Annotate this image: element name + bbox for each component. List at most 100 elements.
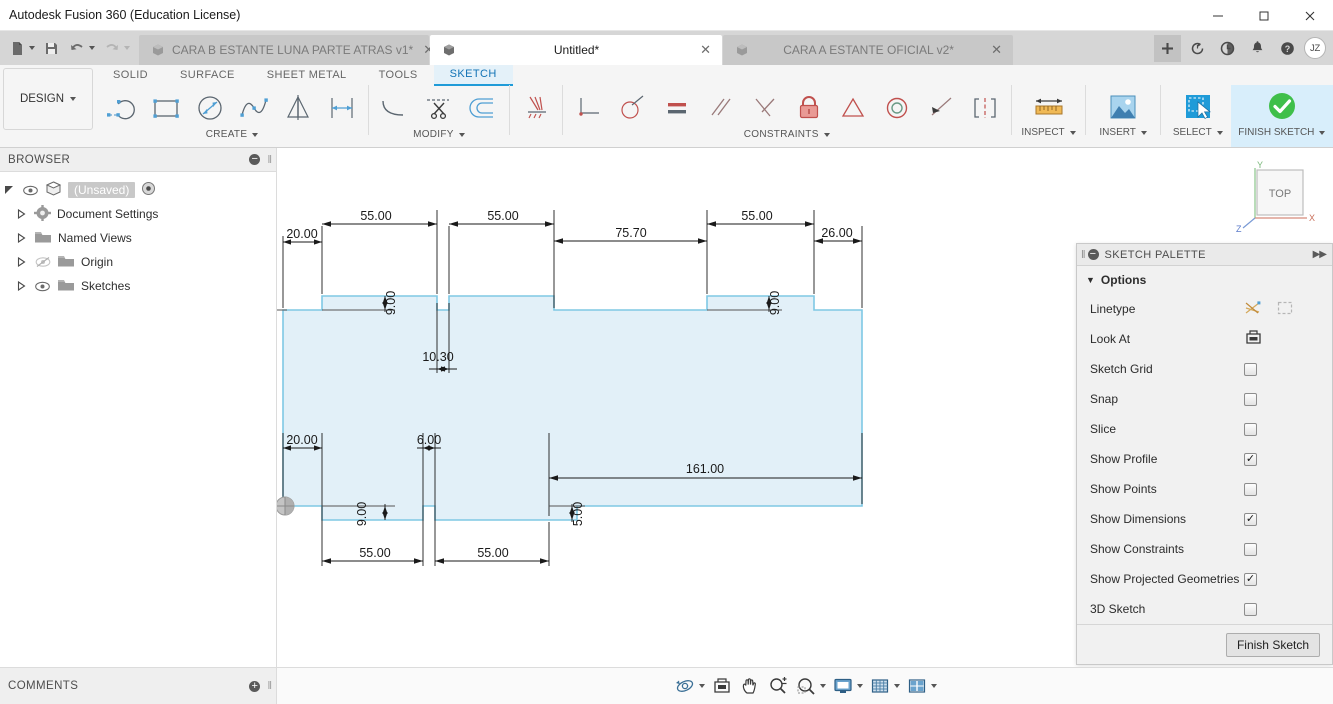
construction-linetype-icon[interactable] — [1244, 300, 1262, 319]
maximize-button[interactable] — [1241, 0, 1287, 31]
zoom-button[interactable] — [765, 673, 791, 699]
target-icon[interactable] — [141, 181, 156, 199]
palette-pin-icon[interactable]: ▶▶ — [1313, 249, 1327, 260]
option-row-show-projected-geometries[interactable]: Show Projected Geometries ✓ — [1077, 564, 1332, 594]
tab-close-icon[interactable]: ✕ — [697, 42, 714, 58]
tangent-icon[interactable] — [611, 86, 655, 130]
option-row-show-constraints[interactable]: Show Constraints — [1077, 534, 1332, 564]
browser-collapse-button[interactable]: − — [249, 154, 261, 165]
slice-checkbox[interactable] — [1244, 422, 1257, 436]
comments-grip[interactable]: ‖ — [267, 680, 271, 692]
dimension-top-55c[interactable]: 55.00 — [707, 209, 814, 227]
visibility-eye-icon[interactable] — [34, 281, 51, 292]
option-row-show-dimensions[interactable]: Show Dimensions ✓ — [1077, 504, 1332, 534]
dimension-top-7570[interactable]: 75.70 — [554, 226, 707, 244]
job-status-clock-icon[interactable] — [1214, 35, 1241, 62]
refresh-icon[interactable] — [1184, 35, 1211, 62]
snap-checkbox[interactable] — [1244, 392, 1257, 406]
palette-grip[interactable]: ‖ — [1081, 249, 1085, 261]
document-tab-cara-b[interactable]: CARA B ESTANTE LUNA PARTE ATRAS v1* ✕ — [139, 35, 434, 65]
equal-icon[interactable] — [655, 86, 699, 130]
show-points-checkbox[interactable] — [1244, 482, 1257, 496]
tree-node-document-settings[interactable]: Document Settings — [0, 202, 276, 226]
ribbon-tab-tools[interactable]: TOOLS — [363, 66, 434, 85]
offset-icon[interactable] — [461, 86, 505, 130]
3d-sketch-checkbox[interactable] — [1244, 602, 1257, 616]
dimension-top-55b[interactable]: 55.00 — [449, 209, 554, 227]
user-avatar[interactable]: JZ — [1304, 37, 1326, 59]
zoom-window-button[interactable] — [793, 673, 828, 699]
redo-button[interactable] — [100, 36, 133, 60]
centerline-linetype-icon[interactable] — [1276, 300, 1294, 319]
display-settings-button[interactable] — [830, 673, 865, 699]
notifications-bell-icon[interactable] — [1244, 35, 1271, 62]
fix-lock-icon[interactable] — [787, 86, 831, 130]
collinear-icon[interactable] — [919, 86, 963, 130]
workspace-switcher-button[interactable]: DESIGN — [3, 68, 93, 130]
sketch-dimension-icon[interactable] — [320, 86, 364, 130]
help-icon[interactable]: ? — [1274, 35, 1301, 62]
ribbon-tab-surface[interactable]: SURFACE — [164, 66, 251, 85]
expand-arrow-icon[interactable] — [2, 185, 16, 195]
minimize-button[interactable] — [1195, 0, 1241, 31]
dimension-bottom-55b[interactable]: 55.00 — [435, 546, 549, 564]
look-at-icon[interactable] — [1244, 329, 1263, 349]
project-icon[interactable] — [514, 86, 558, 130]
new-document-button[interactable] — [6, 36, 38, 60]
ribbon-tab-solid[interactable]: SOLID — [97, 66, 164, 85]
option-row-3d-sketch[interactable]: 3D Sketch — [1077, 594, 1332, 624]
finish-sketch-button[interactable]: FINISH SKETCH — [1230, 85, 1333, 147]
save-button[interactable] — [40, 36, 63, 60]
tree-node-origin[interactable]: Origin — [0, 250, 276, 274]
inspect-button[interactable]: INSPECT — [1016, 85, 1082, 147]
tree-node-unsaved[interactable]: (Unsaved) — [0, 178, 276, 202]
dimension-bottom-20[interactable]: 20.00 — [283, 433, 322, 451]
view-cube[interactable]: Y X Z TOP — [1235, 160, 1321, 234]
coincident-icon[interactable] — [567, 86, 611, 130]
circle-icon[interactable] — [188, 86, 232, 130]
document-tab-cara-a[interactable]: CARA A ESTANTE OFICIAL v2* ✕ — [723, 35, 1013, 65]
tab-close-icon[interactable]: ✕ — [988, 42, 1005, 58]
look-at-button[interactable] — [709, 673, 735, 699]
expand-arrow-icon[interactable] — [14, 209, 28, 219]
option-row-look-at[interactable]: Look At — [1077, 324, 1332, 354]
ribbon-group-label-constraints[interactable]: CONSTRAINTS — [744, 129, 830, 140]
ribbon-tab-sketch[interactable]: SKETCH — [433, 64, 513, 86]
undo-button[interactable] — [65, 36, 98, 60]
option-row-linetype[interactable]: Linetype — [1077, 294, 1332, 324]
option-row-snap[interactable]: Snap — [1077, 384, 1332, 414]
expand-arrow-icon[interactable] — [14, 233, 28, 243]
mirror-icon[interactable] — [276, 86, 320, 130]
option-row-sketch-grid[interactable]: Sketch Grid — [1077, 354, 1332, 384]
tree-node-named-views[interactable]: Named Views — [0, 226, 276, 250]
new-tab-button[interactable] — [1154, 34, 1181, 62]
palette-collapse-button[interactable]: − — [1087, 249, 1099, 260]
option-row-show-profile[interactable]: Show Profile ✓ — [1077, 444, 1332, 474]
grid-snaps-button[interactable] — [867, 673, 902, 699]
dimension-top-55a[interactable]: 55.00 — [322, 209, 437, 227]
sketch-line-arc-icon[interactable] — [100, 86, 144, 130]
trim-scissors-icon[interactable] — [417, 86, 461, 130]
ribbon-tab-sheet-metal[interactable]: SHEET METAL — [251, 66, 363, 85]
expand-arrow-icon[interactable] — [14, 281, 28, 291]
perpendicular-icon[interactable] — [743, 86, 787, 130]
rectangle-icon[interactable] — [144, 86, 188, 130]
pan-button[interactable] — [737, 673, 763, 699]
dimension-top-20[interactable]: 20.00 — [283, 227, 322, 245]
visibility-eye-off-icon[interactable] — [34, 256, 51, 268]
insert-button[interactable]: INSERT — [1090, 85, 1156, 147]
orbit-button[interactable] — [672, 673, 707, 699]
finish-sketch-palette-button[interactable]: Finish Sketch — [1225, 632, 1320, 657]
ribbon-group-label-create[interactable]: CREATE — [206, 129, 259, 140]
show-constraints-checkbox[interactable] — [1244, 542, 1257, 556]
sketch-origin-point[interactable] — [277, 496, 295, 516]
tree-node-sketches[interactable]: Sketches — [0, 274, 276, 298]
viewports-button[interactable] — [904, 673, 939, 699]
midpoint-icon[interactable] — [831, 86, 875, 130]
sketch-canvas[interactable]: 20.00 55.00 55.00 75.70 55.00 26.00 9.00… — [277, 148, 1333, 667]
close-button[interactable] — [1287, 0, 1333, 31]
dimension-top-26[interactable]: 26.00 — [814, 226, 862, 244]
select-button[interactable]: SELECT — [1165, 85, 1231, 147]
show-dimensions-checkbox[interactable]: ✓ — [1244, 512, 1257, 526]
option-row-slice[interactable]: Slice — [1077, 414, 1332, 444]
